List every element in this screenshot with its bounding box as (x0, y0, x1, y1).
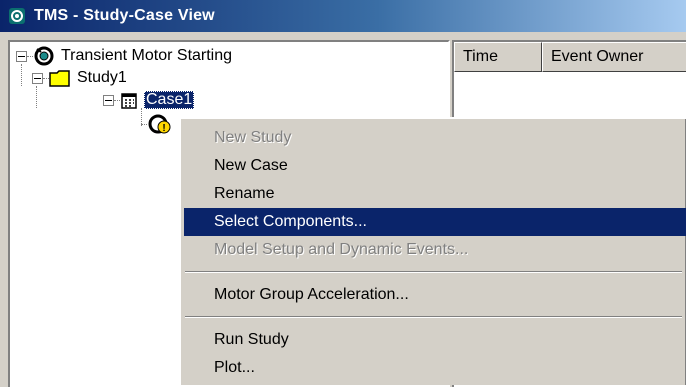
menu-item-new-case[interactable]: New Case (184, 152, 686, 180)
context-menu[interactable]: New Study New Case Rename Select Compone… (179, 117, 686, 385)
tms-app-icon (8, 7, 26, 25)
tree-item-root[interactable]: Transient Motor Starting (16, 45, 232, 67)
menu-item-model-setup[interactable]: Model Setup and Dynamic Events... (184, 236, 686, 264)
menu-item-new-study[interactable]: New Study (184, 124, 686, 152)
collapse-toggle-icon[interactable] (16, 50, 27, 62)
calendar-icon (120, 91, 138, 109)
tree-item-study[interactable]: Study1 (32, 67, 127, 89)
menu-item-motor-group-acceleration[interactable]: Motor Group Acceleration... (184, 281, 686, 309)
tree-connector (21, 64, 22, 86)
svg-text:!: ! (162, 123, 165, 134)
tree-item-event[interactable]: ! (141, 113, 173, 135)
tree-item-label: Study1 (77, 69, 127, 86)
window-title-bar[interactable]: TMS - Study-Case View (0, 0, 686, 32)
tree-item-label: Case1 (144, 91, 195, 109)
column-header-time[interactable]: Time (454, 42, 542, 72)
menu-separator (185, 271, 682, 273)
menu-item-rename[interactable]: Rename (184, 180, 686, 208)
tms-gear-icon (33, 45, 55, 67)
folder-icon (49, 68, 71, 88)
menu-separator (185, 316, 682, 318)
tree-connector (36, 86, 37, 108)
menu-item-run-study[interactable]: Run Study (184, 326, 686, 354)
menu-item-select-components[interactable]: Select Components... (184, 208, 686, 236)
collapse-toggle-icon[interactable] (32, 72, 43, 84)
column-header-event-owner[interactable]: Event Owner (542, 42, 686, 72)
window-title: TMS - Study-Case View (34, 7, 215, 24)
collapse-toggle-icon[interactable] (103, 94, 114, 106)
event-list-header: Time Event Owner (454, 42, 686, 72)
tree-item-label: Transient Motor Starting (61, 47, 233, 64)
menu-item-plot[interactable]: Plot... (184, 354, 686, 382)
tree-item-case[interactable]: Case1 (103, 89, 195, 111)
motor-event-icon: ! (147, 113, 173, 135)
